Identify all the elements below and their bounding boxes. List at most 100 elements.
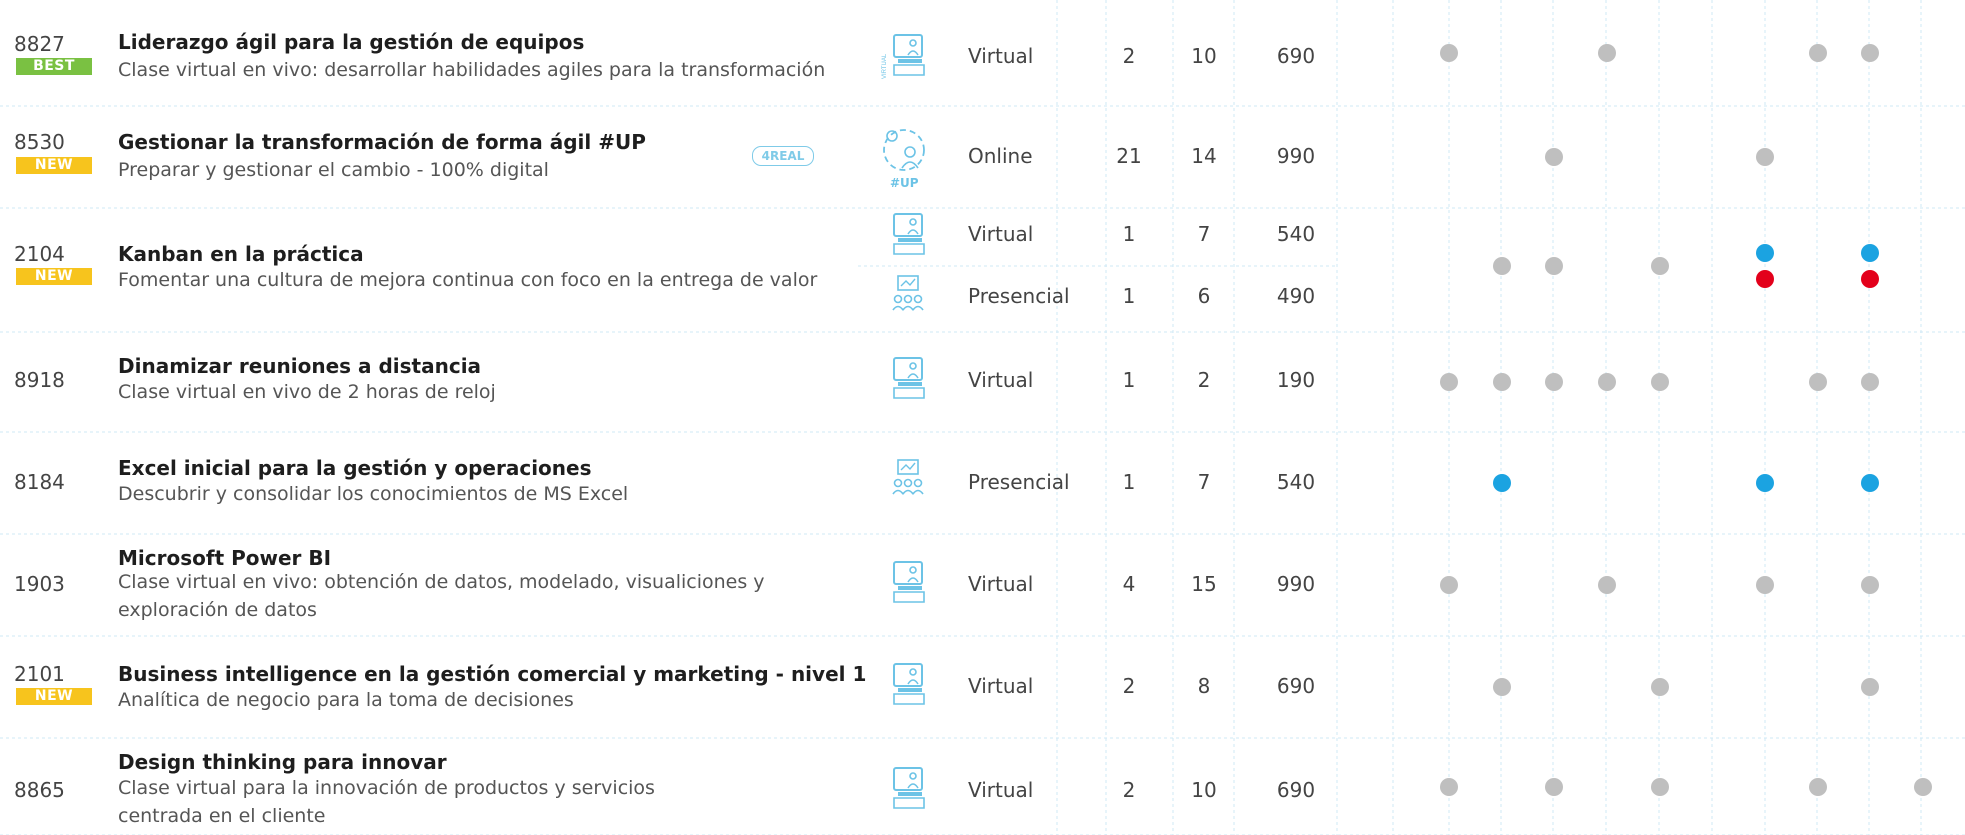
best-badge: BEST bbox=[16, 58, 92, 75]
course-title[interactable]: Gestionar la transformación de forma ági… bbox=[118, 130, 646, 154]
course-title[interactable]: Liderazgo ágil para la gestión de equipo… bbox=[118, 30, 584, 54]
table-row[interactable]: 2101 NEW Business intelligence en la ges… bbox=[0, 636, 1965, 738]
blue-schedule-dot bbox=[1861, 244, 1879, 262]
course-subtitle: Analítica de negocio para la toma de dec… bbox=[118, 689, 574, 711]
price-value: 990 bbox=[1276, 144, 1316, 168]
blue-schedule-dot bbox=[1756, 244, 1774, 262]
grey-schedule-dot bbox=[1598, 576, 1616, 594]
full-immersion-icon bbox=[892, 275, 924, 311]
course-title[interactable]: Business intelligence en la gestión come… bbox=[118, 662, 866, 686]
price-value: 690 bbox=[1276, 778, 1316, 802]
new-badge: NEW bbox=[16, 157, 92, 174]
blue-schedule-dot bbox=[1756, 474, 1774, 492]
virtual-classroom-icon bbox=[893, 767, 925, 809]
course-subtitle: Clase virtual en vivo: desarrollar habil… bbox=[118, 59, 826, 81]
course-title[interactable]: Dinamizar reuniones a distancia bbox=[118, 354, 481, 378]
grey-schedule-dot bbox=[1651, 777, 1669, 796]
modality-label: Presencial bbox=[968, 470, 1070, 494]
red-schedule-dot bbox=[1861, 270, 1879, 288]
virtual-classroom-icon bbox=[893, 357, 925, 399]
4real-tag: 4REAL bbox=[752, 146, 814, 166]
modality-label: Virtual bbox=[968, 572, 1034, 596]
red-schedule-dot bbox=[1756, 270, 1774, 288]
grey-schedule-dot bbox=[1545, 257, 1563, 275]
virtual-classroom-icon: VIRTUAL bbox=[882, 34, 925, 79]
hours-value: 10 bbox=[1191, 44, 1217, 68]
hours-value: 8 bbox=[1197, 674, 1211, 698]
table-row[interactable]: 1903 Microsoft Power BI Clase virtual en… bbox=[0, 534, 1965, 636]
grey-schedule-dot bbox=[1756, 576, 1774, 594]
table-row[interactable]: 2104 NEW Kanban en la práctica Fomentar … bbox=[0, 208, 1965, 332]
svg-text:VIRTUAL: VIRTUAL bbox=[882, 53, 888, 79]
hours-value: 15 bbox=[1191, 572, 1217, 596]
days-value: 1 bbox=[1122, 222, 1136, 246]
days-value: 1 bbox=[1122, 284, 1136, 308]
days-value: 2 bbox=[1122, 44, 1136, 68]
grey-schedule-dot bbox=[1440, 576, 1458, 594]
price-value: 690 bbox=[1276, 674, 1316, 698]
grey-schedule-dot bbox=[1861, 44, 1879, 62]
new-badge: NEW bbox=[16, 268, 92, 285]
price-value: 540 bbox=[1276, 222, 1316, 246]
modality-label: Virtual bbox=[968, 368, 1034, 392]
modality-label: Virtual bbox=[968, 674, 1034, 698]
blue-schedule-dot bbox=[1493, 474, 1511, 492]
course-title[interactable]: Design thinking para innovar bbox=[118, 750, 447, 774]
course-subtitle: Clase virtual en vivo de 2 horas de relo… bbox=[118, 381, 496, 403]
course-code: 2101 bbox=[14, 662, 65, 686]
modality-label: Virtual bbox=[968, 44, 1034, 68]
days-value: 2 bbox=[1122, 778, 1136, 802]
course-title[interactable]: Excel inicial para la gestión y operacio… bbox=[118, 456, 592, 480]
hours-value: 6 bbox=[1197, 284, 1211, 308]
course-subtitle: Preparar y gestionar el cambio - 100% di… bbox=[118, 159, 549, 181]
modality-label: Virtual bbox=[968, 222, 1034, 246]
grey-schedule-dot bbox=[1598, 44, 1616, 62]
hours-value: 14 bbox=[1191, 144, 1217, 168]
days-value: 4 bbox=[1122, 572, 1136, 596]
course-code: 2104 bbox=[14, 242, 65, 266]
up-label: #UP bbox=[890, 176, 919, 190]
virtual-classroom-icon bbox=[893, 561, 925, 603]
course-code: 8184 bbox=[14, 470, 65, 494]
grey-schedule-dot bbox=[1440, 777, 1458, 796]
hours-value: 10 bbox=[1191, 778, 1217, 802]
grey-schedule-dot bbox=[1545, 148, 1563, 166]
course-code: 8918 bbox=[14, 368, 65, 392]
grey-schedule-dot bbox=[1809, 44, 1827, 62]
blue-schedule-dot bbox=[1861, 474, 1879, 492]
course-code: 8530 bbox=[14, 130, 65, 154]
days-value: 2 bbox=[1122, 674, 1136, 698]
price-value: 540 bbox=[1276, 470, 1316, 494]
price-value: 190 bbox=[1276, 368, 1316, 392]
price-value: 990 bbox=[1276, 572, 1316, 596]
grey-schedule-dot bbox=[1861, 576, 1879, 594]
up-online-icon bbox=[883, 129, 925, 171]
grey-schedule-dot bbox=[1545, 777, 1563, 796]
grey-schedule-dot bbox=[1809, 373, 1827, 391]
grey-schedule-dot bbox=[1861, 373, 1879, 391]
course-title[interactable]: Kanban en la práctica bbox=[118, 242, 364, 266]
grey-schedule-dot bbox=[1440, 44, 1458, 62]
days-value: 1 bbox=[1122, 470, 1136, 494]
virtual-classroom-icon bbox=[893, 663, 925, 705]
table-row[interactable]: 8918 Dinamizar reuniones a distancia Cla… bbox=[0, 332, 1965, 432]
course-subtitle: Descubrir y consolidar los conocimientos… bbox=[118, 483, 629, 505]
grey-schedule-dot bbox=[1651, 678, 1669, 696]
grey-schedule-dot bbox=[1598, 373, 1616, 391]
grey-schedule-dot bbox=[1493, 257, 1511, 275]
modality-label: Online bbox=[968, 144, 1033, 168]
course-title[interactable]: Microsoft Power BI bbox=[118, 546, 331, 570]
days-value: 21 bbox=[1116, 144, 1142, 168]
hours-value: 7 bbox=[1197, 470, 1211, 494]
table-row[interactable]: 8184 Excel inicial para la gestión y ope… bbox=[0, 432, 1965, 534]
grey-schedule-dot bbox=[1914, 777, 1932, 796]
table-row[interactable]: 8530 NEW Gestionar la transformación de … bbox=[0, 106, 1965, 208]
virtual-classroom-icon bbox=[893, 213, 925, 255]
table-row[interactable]: 8865 Design thinking para innovar Clase … bbox=[0, 738, 1965, 835]
full-immersion-icon bbox=[892, 459, 924, 495]
price-value: 690 bbox=[1276, 44, 1316, 68]
course-code: 1903 bbox=[14, 572, 65, 596]
hours-value: 7 bbox=[1197, 222, 1211, 246]
table-row[interactable]: 8827 BEST Liderazgo ágil para la gestión… bbox=[0, 0, 1965, 106]
modality-label: Presencial bbox=[968, 284, 1070, 308]
